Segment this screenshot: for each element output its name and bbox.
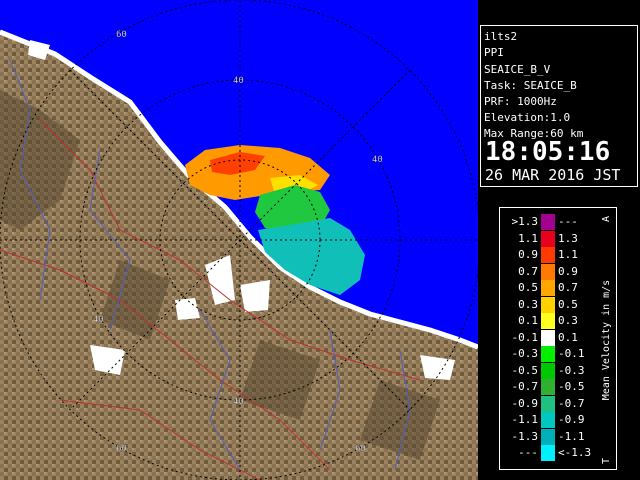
legend-row-high-label: -0.1 [558, 347, 585, 360]
legend-row-low-label: 1.1 [518, 231, 538, 245]
legend-color-swatch [541, 214, 555, 230]
legend-color-swatch [541, 313, 555, 329]
scan-mode: PPI [484, 46, 504, 59]
legend-row-high-label: 0.3 [558, 314, 578, 327]
legend-color-swatch [541, 395, 555, 412]
legend-color-swatch [541, 445, 555, 461]
range-label-60-bottom-left: 60 [116, 444, 127, 454]
legend-row-low-label: 0.3 [518, 297, 538, 311]
range-label-40-bottom: 40 [233, 397, 244, 407]
legend-row-high-label: -0.5 [558, 380, 585, 393]
scan-date: 26 MAR 2016 JST [485, 166, 621, 184]
legend-color-swatch [541, 263, 555, 280]
range-label-60-top: 60 [116, 30, 127, 40]
legend-row-high-label: -0.7 [558, 396, 585, 410]
legend-row-high-label: 0.7 [558, 281, 578, 294]
radar-ppi-map: 60 40 40 40 40 60 60 [0, 0, 478, 480]
range-label-60-bottom-right: 60 [355, 444, 366, 454]
task-name: Task: SEAICE_B [484, 79, 577, 92]
legend-color-swatch [541, 329, 555, 346]
legend-color-swatch [541, 346, 555, 362]
range-label-40-right: 40 [372, 155, 383, 165]
legend-top-marker: A [601, 216, 612, 222]
legend-row-high-label: -0.9 [558, 413, 585, 426]
legend-color-swatch [541, 379, 555, 395]
legend-row-high-label: 1.3 [558, 231, 578, 245]
legend-row-low-label: 0.1 [518, 314, 538, 327]
legend-color-swatch [541, 247, 555, 263]
legend-row-low-label: >1.3 [511, 215, 539, 228]
legend-title-text: Mean Velocity in m/s [601, 280, 612, 400]
legend-row-low-label: 0.9 [518, 248, 538, 261]
scan-time: 18:05:16 [485, 137, 611, 167]
legend-color-swatch [541, 296, 555, 313]
prf-value: PRF: 1000Hz [484, 95, 557, 108]
legend-bottom-marker: T [601, 458, 612, 464]
legend-row-high-label: 0.9 [558, 264, 578, 278]
legend-row-low-label: -1.3 [511, 429, 539, 443]
range-label-40-left: 40 [93, 315, 104, 325]
product-name: SEAICE_B_V [484, 63, 551, 76]
legend-row-low-label: -0.5 [511, 363, 539, 377]
legend-row-low-label: -0.9 [511, 396, 539, 410]
station-name: ilts2 [484, 30, 518, 43]
legend-color-swatch [541, 412, 555, 428]
legend-row-low-label: --- [518, 446, 538, 459]
legend-row-low-label: -1.1 [511, 413, 539, 426]
legend-row-low-label: -0.3 [511, 347, 539, 360]
range-label-40-top: 40 [233, 76, 244, 86]
legend-color-swatch [541, 230, 555, 247]
legend-title: A Mean Velocity in m/s T [601, 216, 612, 464]
legend-row-high-label: -1.1 [558, 429, 585, 443]
legend-color-swatch [541, 362, 555, 379]
legend-row-high-label: --- [558, 215, 578, 228]
legend-row-high-label: 0.5 [558, 297, 578, 311]
legend-row-low-label: -0.1 [511, 330, 539, 344]
legend-row-high-label: -0.3 [558, 363, 585, 377]
info-panel: ilts2 PPI SEAICE_B_V Task: SEAICE_B PRF:… [480, 25, 638, 187]
legend-row-high-label: 1.1 [558, 248, 578, 261]
legend-row-high-label: 0.1 [558, 330, 578, 344]
velocity-legend: >1.3 --- 1.1 1.3 0.9 1.1 0.7 0.9 0.5 0.7 0.3 0.5 0.1… [499, 207, 617, 470]
elevation-value: Elevation:1.0 [484, 111, 571, 124]
legend-color-swatch [541, 280, 555, 296]
legend-row-low-label: -0.7 [511, 380, 539, 393]
legend-row-high-label: <-1.3 [558, 446, 592, 459]
legend-row-low-label: 0.7 [518, 264, 538, 278]
legend-row-low-label: 0.5 [518, 281, 538, 294]
legend-color-swatch [541, 428, 555, 445]
